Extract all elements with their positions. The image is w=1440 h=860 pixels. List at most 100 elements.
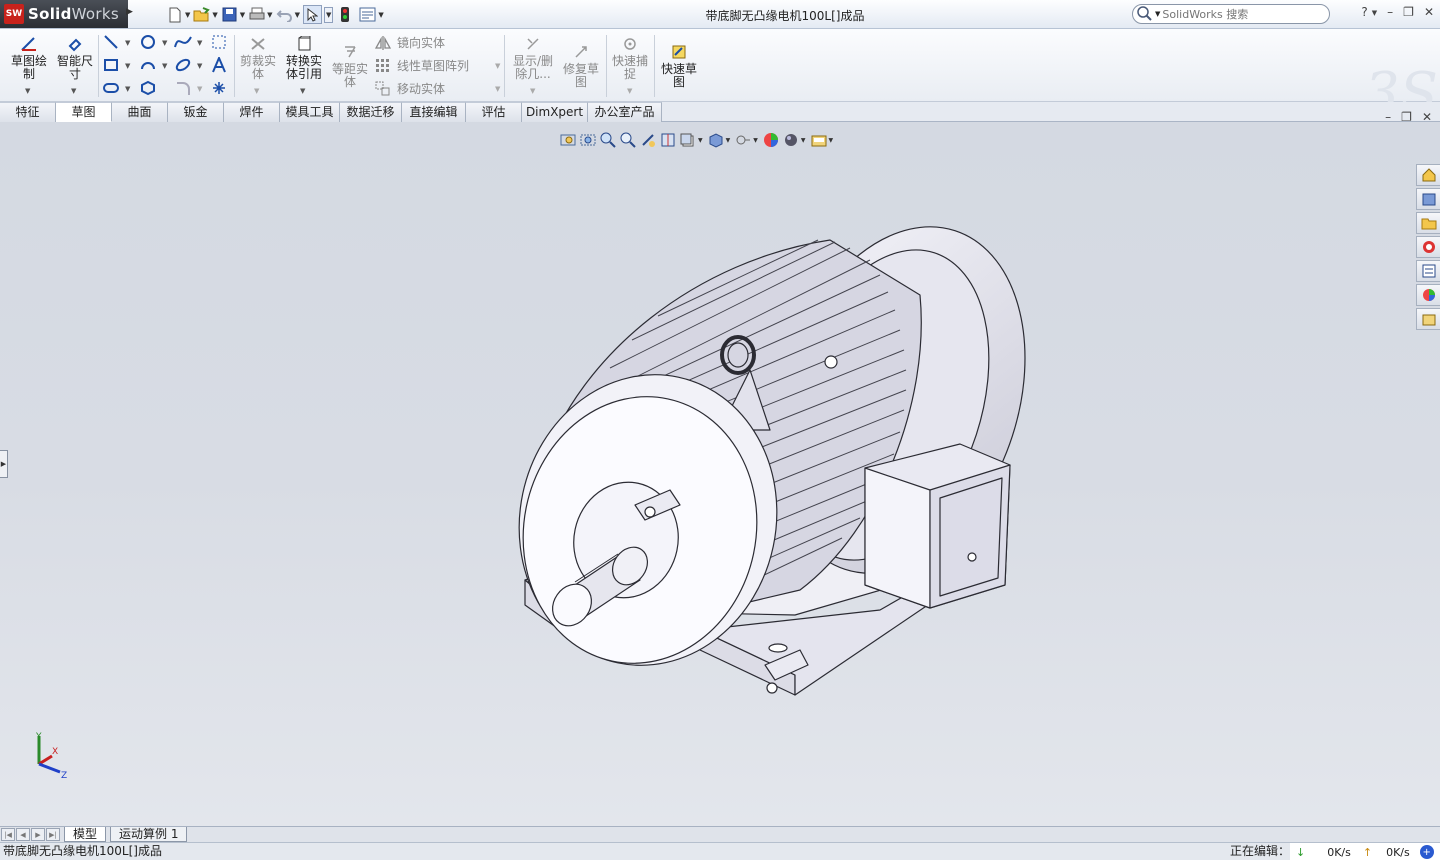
save-icon[interactable] [221,6,238,23]
display-delete-relations-button[interactable]: 显示/删 除几... [510,35,556,81]
options-dropdown-icon[interactable]: ▼ [378,11,383,19]
feature-manager-toggle-icon[interactable]: ▶ [0,450,8,478]
quick-snaps-button[interactable]: 快速捕 捉 [610,35,650,81]
new-document-icon[interactable] [166,6,183,23]
first-tab-icon[interactable]: |◀ [1,828,15,841]
restore-button[interactable]: ❐ [1403,5,1414,21]
sketch-dropdown-icon[interactable]: ▼ [25,87,30,95]
section-view-icon[interactable] [658,131,678,149]
search-scope-dropdown-icon[interactable]: ▼ [1155,10,1160,18]
zoom-to-area-icon[interactable] [578,131,598,149]
search-icon[interactable] [1137,6,1153,22]
move-entities-button[interactable]: 移动实体 [374,80,445,97]
display-style-dropdown-icon[interactable]: ▼ [726,137,731,144]
rectangle-icon[interactable] [102,56,120,74]
open-icon[interactable] [193,6,211,23]
circle-icon[interactable] [139,33,157,51]
ellipse-dropdown-icon[interactable]: ▼ [197,62,202,70]
tab-sketch[interactable]: 草图 [56,102,112,122]
view-orientation-dropdown-icon[interactable]: ▼ [698,137,703,144]
convert-dropdown-icon[interactable]: ▼ [300,87,305,95]
hide-show-dropdown-icon[interactable]: ▼ [753,137,758,144]
menu-flyout-arrow-icon[interactable]: ▶ [126,7,135,17]
convert-entities-button[interactable]: 转换实 体引用 [282,35,326,81]
sketch-text-icon[interactable] [210,56,228,74]
smart-dimension-dropdown-icon[interactable]: ▼ [71,87,76,95]
last-tab-icon[interactable]: ▶| [46,828,60,841]
view-orientation-icon[interactable] [678,131,698,149]
edit-appearance-icon[interactable] [761,131,781,149]
file-explorer-icon[interactable] [1416,212,1440,234]
zoom-in-out-icon[interactable] [598,131,618,149]
tab-sheet-metal[interactable]: 钣金 [168,102,224,122]
tab-surfaces[interactable]: 曲面 [112,102,168,122]
smart-dimension-button[interactable]: 智能尺 寸 [54,35,96,81]
expand-icon[interactable]: + [1419,845,1434,859]
zoom-to-fit-icon[interactable] [558,131,578,149]
help-button[interactable]: ? [1361,5,1367,21]
point-icon[interactable] [210,79,228,97]
appearances-scenes-icon[interactable] [1416,284,1440,306]
prev-tab-icon[interactable]: ◀ [16,828,30,841]
view-settings-dropdown-icon[interactable]: ▼ [829,137,834,144]
custom-properties-icon[interactable] [1416,308,1440,330]
minimize-button[interactable]: – [1387,5,1393,21]
open-dropdown-icon[interactable]: ▼ [212,11,217,19]
line-dropdown-icon[interactable]: ▼ [125,39,130,47]
tab-mold-tools[interactable]: 模具工具 [280,102,340,122]
tab-direct-editing[interactable]: 直接编辑 [402,102,466,122]
circle-dropdown-icon[interactable]: ▼ [162,39,167,47]
help-dropdown-icon[interactable]: ▼ [1372,5,1377,21]
search-results-icon[interactable] [1416,236,1440,258]
ellipse-icon[interactable] [174,56,192,74]
close-button[interactable]: ✕ [1424,5,1434,21]
trim-dropdown-icon[interactable]: ▼ [254,87,259,95]
select-dropdown-icon[interactable]: ▼ [323,6,334,23]
rapid-sketch-button[interactable]: 快速草 图 [658,43,700,89]
apply-scene-dropdown-icon[interactable]: ▼ [801,137,806,144]
rectangle-dropdown-icon[interactable]: ▼ [125,62,130,70]
motor-3d-model[interactable] [500,200,1030,700]
save-dropdown-icon[interactable]: ▼ [240,11,245,19]
move-dropdown-icon[interactable]: ▼ [495,85,500,93]
slot-icon[interactable] [102,79,120,97]
trim-entities-button[interactable]: 剪裁实 体 [237,35,279,81]
new-dropdown-icon[interactable]: ▼ [185,11,190,19]
polygon-icon[interactable] [139,79,157,97]
rotate-view-icon[interactable] [638,131,658,149]
rebuild-icon[interactable] [336,6,353,23]
line-icon[interactable] [102,33,120,51]
apply-scene-icon[interactable] [781,131,801,149]
tab-motion-study[interactable]: 运动算例 1 [110,827,188,842]
doc-close-button[interactable]: ✕ [1422,110,1432,124]
arc-dropdown-icon[interactable]: ▼ [162,62,167,70]
doc-restore-button[interactable]: ❐ [1401,110,1412,124]
tab-features[interactable]: 特征 [0,102,56,122]
mirror-entities-button[interactable]: 镜向实体 [374,34,445,51]
undo-icon[interactable] [276,6,293,23]
fillet-dropdown-icon[interactable]: ▼ [197,85,202,93]
solidworks-logo[interactable]: SW SolidWorks [0,0,128,28]
tab-dimxpert[interactable]: DimXpert [522,102,588,122]
tab-data-migration[interactable]: 数据迁移 [340,102,402,122]
quick-snaps-dropdown-icon[interactable]: ▼ [627,87,632,95]
next-tab-icon[interactable]: ▶ [31,828,45,841]
tab-weldments[interactable]: 焊件 [224,102,280,122]
arc-icon[interactable] [139,56,157,74]
fillet-icon[interactable] [174,79,192,97]
view-settings-icon[interactable] [809,131,829,149]
relations-dropdown-icon[interactable]: ▼ [530,87,535,95]
sketch-button[interactable]: 草图绘 制 [8,35,50,81]
text-box-icon[interactable] [210,33,228,51]
display-style-icon[interactable] [706,131,726,149]
print-icon[interactable] [248,6,265,23]
design-library-icon[interactable] [1416,188,1440,210]
search-input[interactable] [1162,7,1323,21]
linear-sketch-pattern-button[interactable]: 线性草图阵列 [374,57,469,74]
spline-dropdown-icon[interactable]: ▼ [197,39,202,47]
offset-entities-button[interactable]: 等距实 体 [330,43,370,89]
view-palette-icon[interactable] [1416,260,1440,282]
doc-minimize-button[interactable]: – [1385,110,1391,124]
tab-model[interactable]: 模型 [64,827,107,842]
repair-sketch-button[interactable]: 修复草 图 [560,43,602,89]
